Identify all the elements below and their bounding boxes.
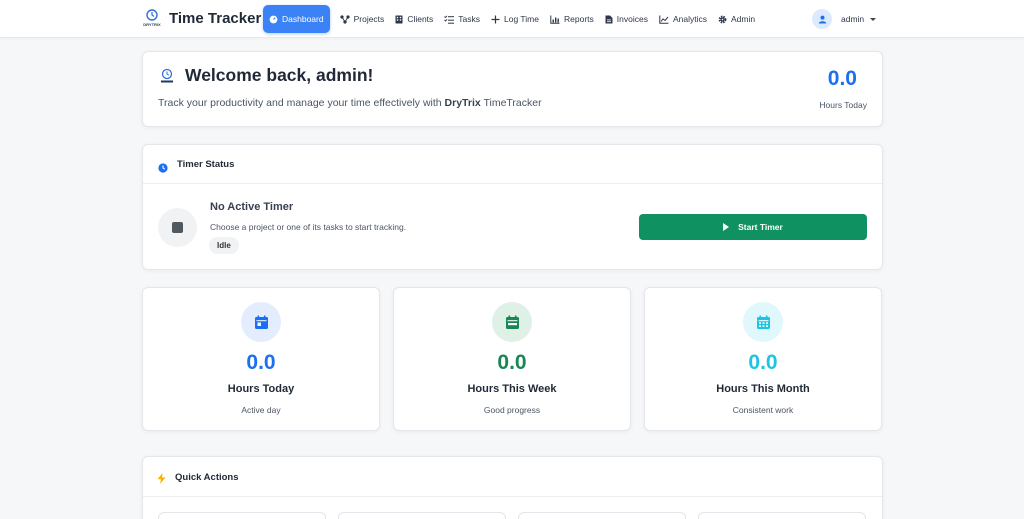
nav-analytics-label: Analytics xyxy=(672,14,707,24)
top-navbar: DRYTRIX Time Tracker Dashboard Projects … xyxy=(0,0,1024,38)
timer-card-title: Timer Status xyxy=(177,159,235,170)
nav-admin[interactable]: Admin xyxy=(713,5,760,33)
dashboard-icon xyxy=(269,15,278,24)
start-timer-button[interactable]: Start Timer xyxy=(639,214,867,240)
nav-projects-label: Projects xyxy=(353,14,385,24)
reports-icon xyxy=(550,15,560,24)
nav-reports-label: Reports xyxy=(564,14,594,24)
welcome-subtitle: Track your productivity and manage your … xyxy=(158,97,542,109)
user-menu[interactable]: admin xyxy=(812,9,877,29)
hours-today-label: Hours Today xyxy=(819,100,867,110)
calendar-month-icon xyxy=(743,302,783,342)
stop-icon xyxy=(158,208,197,247)
quick-action-tile[interactable] xyxy=(698,512,866,519)
stat-label: Hours This Week xyxy=(467,383,557,395)
status-badge: Idle xyxy=(209,237,239,254)
nav-admin-label: Admin xyxy=(730,14,756,24)
nav-invoices-label: Invoices xyxy=(616,14,648,24)
gear-icon xyxy=(718,15,727,24)
quick-action-tile[interactable] xyxy=(518,512,686,519)
brand-logo-text: DRYTRIX xyxy=(143,22,161,27)
nav-analytics[interactable]: Analytics xyxy=(654,5,712,33)
avatar xyxy=(812,9,832,29)
nav-invoices[interactable]: Invoices xyxy=(600,5,653,33)
stat-note: Good progress xyxy=(483,405,541,415)
calendar-week-icon xyxy=(492,302,532,342)
analytics-icon xyxy=(659,15,669,24)
brand-logo-icon: DRYTRIX xyxy=(142,6,162,30)
welcome-subtitle-brand: DryTrix xyxy=(444,97,481,109)
play-icon xyxy=(723,223,730,231)
nav-reports[interactable]: Reports xyxy=(545,5,599,33)
brand-logo-icon xyxy=(159,68,175,84)
nav-dashboard-label: Dashboard xyxy=(282,14,324,24)
quick-action-tile[interactable] xyxy=(338,512,506,519)
brand-title: Time Tracker xyxy=(169,9,262,27)
brand[interactable]: DRYTRIX Time Tracker xyxy=(142,6,261,30)
nav-log-time-label: Log Time xyxy=(504,14,539,24)
timer-status-card: Timer Status No Active Timer Choose a pr… xyxy=(142,144,883,270)
nav-clients[interactable]: Clients xyxy=(390,5,438,33)
clock-icon xyxy=(158,160,168,178)
tasks-icon xyxy=(444,15,455,24)
welcome-card: Welcome back, admin! Track your producti… xyxy=(142,51,883,127)
nav-projects[interactable]: Projects xyxy=(335,5,390,33)
calendar-day-icon xyxy=(241,302,281,342)
timer-status-heading: No Active Timer xyxy=(210,201,294,213)
timer-status-text: Choose a project or one of its tasks to … xyxy=(210,222,407,232)
stat-label: Hours This Month xyxy=(716,383,810,395)
nav-dashboard[interactable]: Dashboard xyxy=(263,5,330,33)
main-nav: Dashboard Projects Clients Tasks Log Tim… xyxy=(263,5,761,33)
quick-actions-title: Quick Actions xyxy=(175,472,239,483)
quick-action-tile[interactable] xyxy=(158,512,326,519)
plus-icon xyxy=(491,15,500,24)
timer-card-header: Timer Status xyxy=(143,145,882,184)
stat-label: Hours Today xyxy=(227,383,295,395)
clients-icon xyxy=(395,15,403,24)
hours-today-value: 0.0 xyxy=(827,67,857,90)
nav-log-time[interactable]: Log Time xyxy=(486,5,544,33)
stat-value: 0.0 xyxy=(748,351,778,374)
nav-clients-label: Clients xyxy=(407,14,434,24)
user-name: admin xyxy=(841,14,865,24)
stat-note: Active day xyxy=(241,405,281,415)
stat-card-hours-today: 0.0 Hours Today Active day xyxy=(142,287,380,431)
projects-icon xyxy=(339,14,350,24)
start-timer-label: Start Timer xyxy=(738,222,783,232)
stat-value: 0.0 xyxy=(246,351,276,374)
invoices-icon xyxy=(605,15,613,24)
welcome-subtitle-suffix: TimeTracker xyxy=(480,97,542,109)
stat-note: Consistent work xyxy=(732,405,794,415)
lightning-icon xyxy=(157,471,166,489)
stat-value: 0.0 xyxy=(497,351,527,374)
welcome-heading: Welcome back, admin! xyxy=(185,65,374,85)
quick-actions-header: Quick Actions xyxy=(143,457,882,497)
stat-card-hours-month: 0.0 Hours This Month Consistent work xyxy=(644,287,882,431)
nav-tasks-label: Tasks xyxy=(458,14,481,24)
quick-actions-card: Quick Actions xyxy=(142,456,883,519)
user-icon xyxy=(818,15,826,23)
welcome-subtitle-prefix: Track your productivity and manage your … xyxy=(158,97,445,109)
stat-card-hours-week: 0.0 Hours This Week Good progress xyxy=(393,287,631,431)
nav-tasks[interactable]: Tasks xyxy=(439,5,485,33)
chevron-down-icon xyxy=(870,17,877,21)
